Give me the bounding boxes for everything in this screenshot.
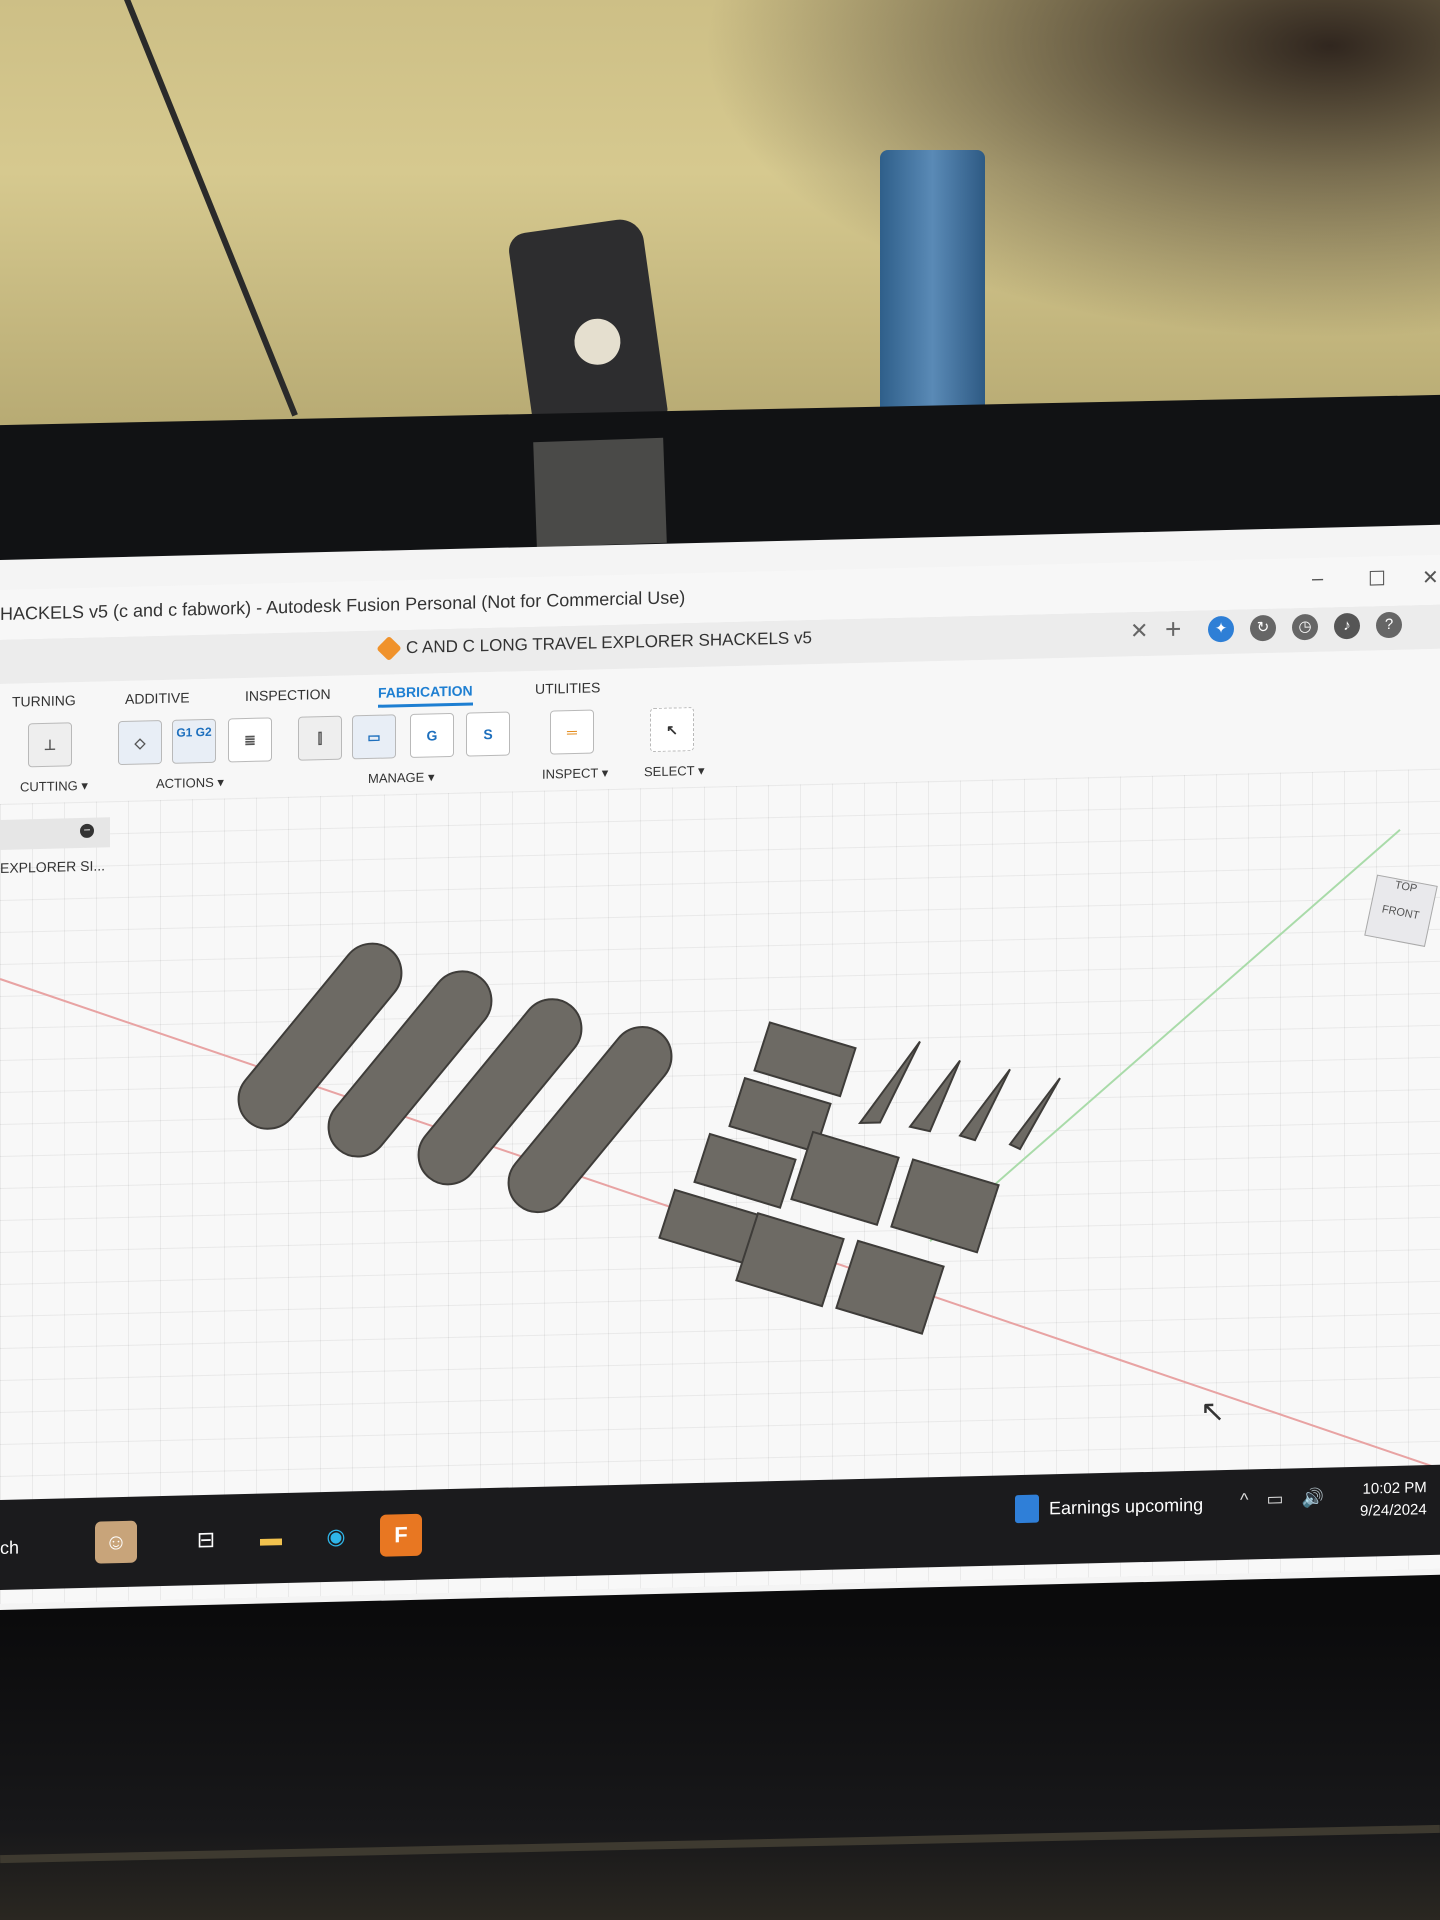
bracket-hole [571,315,624,368]
group-inspect[interactable]: INSPECT ▾ [542,765,608,783]
monitor-lower-bezel [0,1620,1440,1920]
job-status-icon[interactable]: ↻ [1250,614,1276,642]
machine-library-icon[interactable]: ▭ [352,714,396,760]
gusset-teardrop [958,1068,1011,1142]
gusset-teardrop [858,1040,921,1125]
post-process-g1g2-icon[interactable]: G1 G2 [172,718,216,764]
blue-bottle [880,150,985,420]
tape-on-bezel [533,437,667,548]
news-widget[interactable]: Earnings upcoming [1015,1491,1203,1524]
monitor-screen: HACKELS v5 (c and c fabwork) - Autodesk … [0,524,1440,1610]
select-icon[interactable]: ↖ [650,707,694,753]
search-highlight-icon[interactable]: ☺ [95,1520,137,1564]
background-wall [0,0,1440,430]
edge-browser-icon[interactable]: ◉ [315,1515,357,1558]
mouse-cursor-icon: ↖ [1200,1395,1226,1429]
desk-edge [0,1824,1440,1864]
gusset-teardrop [1008,1077,1061,1151]
tab-inspection[interactable]: INSPECTION [245,686,331,704]
chevron-up-icon[interactable]: ^ [1240,1489,1248,1510]
browser-tree-item[interactable]: EXPLORER SI... [0,857,105,876]
shackle-bracket [506,216,669,430]
document-tab[interactable]: C AND C LONG TRAVEL EXPLORER SHACKELS v5 [376,628,812,662]
browser-panel-header: − [0,817,110,850]
view-cube[interactable]: TOP FRONT [1364,874,1438,947]
tab-additive[interactable]: ADDITIVE [125,689,190,707]
tab-turning[interactable]: TURNING [12,692,76,710]
y-axis-line [929,829,1401,1243]
history-icon[interactable]: ◷ [1292,613,1318,641]
group-cutting[interactable]: CUTTING ▾ [20,778,88,796]
new-tab-button[interactable]: + [1165,613,1181,645]
help-icon[interactable]: ? [1376,611,1402,639]
notifications-icon[interactable]: ♪ [1334,612,1360,640]
post-library-icon[interactable]: G [410,712,454,758]
system-tray: ^ ▭ 🔊 [1240,1488,1324,1511]
fusion-app-icon[interactable]: F [380,1513,422,1557]
square-plate [835,1239,945,1335]
group-manage[interactable]: MANAGE ▾ [368,769,434,787]
clock-date: 9/24/2024 [1360,1501,1427,1520]
news-text: Earnings upcoming [1049,1494,1204,1518]
view-cube-front[interactable]: FRONT [1370,901,1431,924]
task-view-icon[interactable]: ⊟ [185,1518,227,1561]
group-select[interactable]: SELECT ▾ [644,763,704,780]
collapse-browser-button[interactable]: − [80,823,94,839]
cutting-tool-icon[interactable]: ⊥ [28,722,72,768]
logo-tag [693,1132,797,1209]
taskbar-clock[interactable]: 10:02 PM 9/24/2024 [1360,1477,1427,1523]
stock-news-icon [1015,1494,1039,1524]
measure-icon[interactable]: ═ [550,709,594,755]
extensions-icon[interactable]: ✦ [1208,615,1234,643]
hand-shadow [700,0,1440,340]
gusset-teardrop [908,1059,961,1133]
group-actions[interactable]: ACTIONS ▾ [156,775,224,793]
volume-icon[interactable]: 🔊 [1301,1488,1323,1510]
tool-library-icon[interactable]: ⫿ [298,715,342,761]
window-title: HACKELS v5 (c and c fabwork) - Autodesk … [0,587,686,624]
template-library-icon[interactable]: S [466,711,510,757]
maximize-button[interactable]: ☐ [1368,566,1386,591]
close-tab-button[interactable]: ✕ [1130,618,1148,644]
setup-sheet-icon[interactable]: ≣ [228,717,272,763]
close-window-button[interactable]: ✕ [1422,565,1439,590]
network-icon[interactable]: ▭ [1266,1489,1283,1510]
document-tab-label: C AND C LONG TRAVEL EXPLORER SHACKELS v5 [406,628,812,658]
square-plate [890,1158,1000,1254]
tab-utilities[interactable]: UTILITIES [535,679,600,697]
document-cube-icon [376,635,402,662]
clock-time: 10:02 PM [1362,1479,1427,1498]
tab-fabrication[interactable]: FABRICATION [378,682,473,708]
file-explorer-icon[interactable]: ▬ [250,1517,292,1560]
search-box[interactable]: ch [0,1538,19,1559]
simulate-icon[interactable]: ◇ [118,720,162,766]
cable [120,0,298,417]
minimize-button[interactable]: – [1312,568,1323,591]
